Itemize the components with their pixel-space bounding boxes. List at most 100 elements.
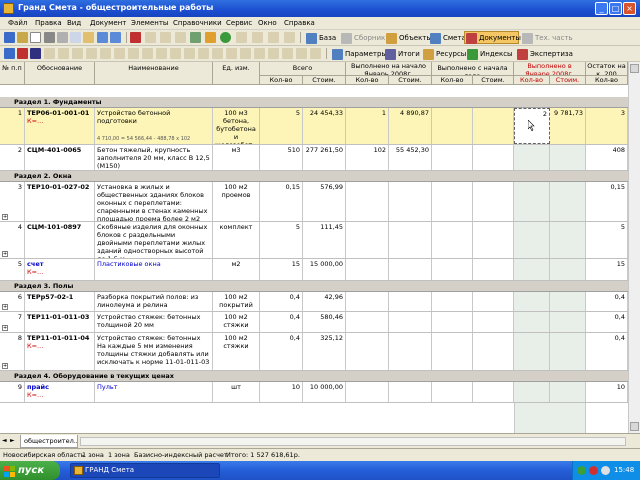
estimate-button[interactable]: Смета <box>428 31 466 44</box>
view-icon[interactable] <box>170 48 181 59</box>
vertical-scrollbar[interactable] <box>628 62 640 433</box>
row-dm-qty[interactable] <box>514 312 550 332</box>
row-qty[interactable]: 5 <box>260 108 303 144</box>
row-dm-qty[interactable] <box>514 145 550 170</box>
unlock-icon[interactable] <box>254 48 265 59</box>
row-dm-qty[interactable] <box>514 259 550 280</box>
header-unit[interactable]: Ед. изм. <box>213 62 260 85</box>
section-header[interactable]: Раздел 1. Фундаменты <box>0 97 640 108</box>
row-name[interactable]: Разборка покрытий полов: из линолеума и … <box>95 292 213 311</box>
save-icon[interactable] <box>4 32 15 43</box>
header-total-qty[interactable]: Кол-во <box>260 76 303 85</box>
table-row[interactable]: + 7 ТЕР11-01-011-03 Устройство стяжек: б… <box>0 312 640 333</box>
header-total[interactable]: Всего <box>260 62 346 76</box>
row-name[interactable]: Скобяные изделия для оконных блоков с ра… <box>95 222 213 258</box>
header-basis[interactable]: Обоснование <box>25 62 95 85</box>
params-button[interactable]: Параметры <box>330 47 387 60</box>
row-dy-qty[interactable] <box>432 382 473 402</box>
lock-icon[interactable] <box>240 48 251 59</box>
new-icon[interactable] <box>30 32 41 43</box>
filter-icon[interactable] <box>236 32 247 43</box>
row-basis[interactable]: ТЕР11-01-011-04 К=... <box>25 333 95 370</box>
section-header[interactable]: Раздел 3. Полы <box>0 281 640 292</box>
header-done-since[interactable]: Выполнено с начала года <box>432 62 514 76</box>
row-name[interactable]: Установка в жилых и общественных зданиях… <box>95 182 213 221</box>
row-dy-qty[interactable] <box>432 312 473 332</box>
base-button[interactable]: База <box>304 31 338 44</box>
undo-icon[interactable] <box>97 32 108 43</box>
red-icon[interactable] <box>17 48 28 59</box>
tab-prev-icon[interactable]: ◄ <box>2 437 9 445</box>
totals-button[interactable]: Итоги <box>383 47 421 60</box>
section-header[interactable]: Раздел 4. Оборудование в текущих ценах <box>0 371 640 382</box>
row-basis[interactable]: СЦМ-401-0065 <box>25 145 95 170</box>
insert-icon[interactable] <box>145 32 156 43</box>
row-ds-qty[interactable] <box>346 382 389 402</box>
maximize-button[interactable]: □ <box>609 2 622 15</box>
row-dm-qty[interactable] <box>514 222 550 258</box>
menu-view[interactable]: Вид <box>67 19 81 27</box>
coef-link[interactable]: К=... <box>27 117 43 125</box>
row-qty[interactable]: 10 <box>260 382 303 402</box>
zoom-icon[interactable] <box>156 48 167 59</box>
open-icon[interactable] <box>17 32 28 43</box>
table-row[interactable]: 9 прайс К=... Пульт шт 10 10 000,00 10 <box>0 382 640 403</box>
resources-button[interactable]: Ресурсы <box>421 47 466 60</box>
sum-icon[interactable] <box>58 48 69 59</box>
redo-icon[interactable] <box>110 32 121 43</box>
header-rest[interactable]: Остаток на к. 200 <box>586 62 628 76</box>
header-dm-qty[interactable]: Кол-во <box>514 76 550 85</box>
row-ds-qty[interactable] <box>346 222 389 258</box>
taskbar-item-grand[interactable]: ГРАНД Смета <box>70 463 220 478</box>
row-basis[interactable]: ТЕР06-01-001-01 К=... <box>25 108 95 144</box>
scroll-up-icon[interactable] <box>630 64 639 73</box>
row-name[interactable]: Пластиковые окна <box>95 259 213 280</box>
scroll-down-icon[interactable] <box>630 422 639 431</box>
row-name[interactable]: Устройство бетонной подготовки 4 710,00 =… <box>95 108 213 144</box>
table-row[interactable]: + 3 ТЕР10-01-027-02 Установка в жилых и … <box>0 182 640 222</box>
index-icon[interactable] <box>86 48 97 59</box>
row-name[interactable]: Бетон тяжелый, крупность заполнителя 20 … <box>95 145 213 170</box>
expertise-button[interactable]: Экспертиза <box>515 47 573 60</box>
row-dm-qty[interactable] <box>514 333 550 370</box>
documents-button[interactable]: Документы <box>464 31 521 44</box>
header-dy-cost[interactable]: Стоим. <box>473 76 514 85</box>
delete-icon[interactable] <box>130 32 141 43</box>
coef-icon[interactable] <box>72 48 83 59</box>
row-dy-qty[interactable] <box>432 333 473 370</box>
print-icon[interactable] <box>44 32 55 43</box>
tray-icon[interactable] <box>577 466 586 475</box>
row-qty[interactable]: 0,4 <box>260 312 303 332</box>
find-icon[interactable] <box>252 32 263 43</box>
row-ds-qty[interactable]: 1 <box>346 108 389 144</box>
row-dm-qty[interactable] <box>514 382 550 402</box>
table-row[interactable]: + 6 ТЕРр57-02-1 Разборка покрытий полов:… <box>0 292 640 312</box>
menu-window[interactable]: Окно <box>258 19 277 27</box>
header-total-cost[interactable]: Стоим. <box>303 76 346 85</box>
price-icon[interactable] <box>114 48 125 59</box>
volume-icon[interactable] <box>601 466 610 475</box>
row-ds-qty[interactable] <box>346 312 389 332</box>
copy-icon[interactable] <box>70 32 81 43</box>
volume-icon[interactable] <box>128 48 139 59</box>
structure-icon[interactable] <box>4 48 15 59</box>
menu-elements[interactable]: Элементы <box>131 19 168 27</box>
row-ds-qty[interactable] <box>346 259 389 280</box>
table-row[interactable]: 2 СЦМ-401-0065 Бетон тяжелый, крупность … <box>0 145 640 171</box>
norm-icon[interactable] <box>100 48 111 59</box>
section-header[interactable]: Раздел 2. Окна <box>0 171 640 182</box>
row-basis[interactable]: ТЕРр57-02-1 <box>25 292 95 311</box>
expand-icon[interactable] <box>190 32 201 43</box>
cut-icon[interactable] <box>57 32 68 43</box>
header-done-start[interactable]: Выполнено на начало Январь 2008г. <box>346 62 432 76</box>
header-dy-qty[interactable]: Кол-во <box>432 76 473 85</box>
row-name[interactable]: Устройство стяжек: бетонных толщиной 20 … <box>95 312 213 332</box>
row-name[interactable]: Пульт <box>95 382 213 402</box>
row-dy-qty[interactable] <box>432 182 473 221</box>
refresh-icon[interactable] <box>220 32 231 43</box>
row-dy-qty[interactable] <box>432 145 473 170</box>
act-icon[interactable] <box>142 48 153 59</box>
dropdown-icon[interactable] <box>310 48 321 59</box>
menu-file[interactable]: Файл <box>8 19 27 27</box>
row-ds-qty[interactable] <box>346 292 389 311</box>
